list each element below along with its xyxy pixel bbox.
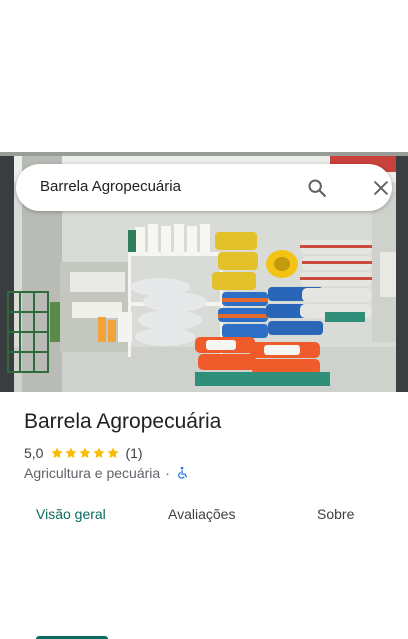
place-category[interactable]: Agricultura e pecuária	[24, 465, 160, 481]
tab-reviews[interactable]: Avaliações	[168, 506, 235, 522]
rating-row[interactable]: 5,0 (1)	[24, 444, 143, 462]
search-icon	[308, 179, 326, 197]
rating-stars	[50, 446, 120, 460]
tab-about[interactable]: Sobre	[317, 506, 354, 522]
wheelchair-icon[interactable]	[175, 466, 189, 480]
place-title: Barrela Agropecuária	[24, 410, 222, 433]
search-input[interactable]: Barrela Agropecuária	[40, 178, 181, 195]
star-icon	[79, 447, 92, 459]
clear-search-button[interactable]	[368, 175, 394, 201]
star-icon	[107, 447, 120, 459]
star-icon	[51, 447, 64, 459]
star-icon	[65, 447, 78, 459]
rating-value: 5,0	[24, 445, 44, 461]
tab-overview[interactable]: Visão geral	[36, 506, 106, 522]
search-bar[interactable]: Barrela Agropecuária	[16, 164, 392, 211]
category-row: Agricultura e pecuária ·	[24, 464, 189, 482]
star-icon	[93, 447, 106, 459]
review-count[interactable]: (1)	[125, 445, 142, 461]
close-icon	[374, 181, 388, 195]
separator-dot: ·	[165, 465, 170, 481]
place-tabs: Visão geral Avaliações Sobre	[0, 496, 408, 639]
search-button[interactable]	[304, 175, 330, 201]
